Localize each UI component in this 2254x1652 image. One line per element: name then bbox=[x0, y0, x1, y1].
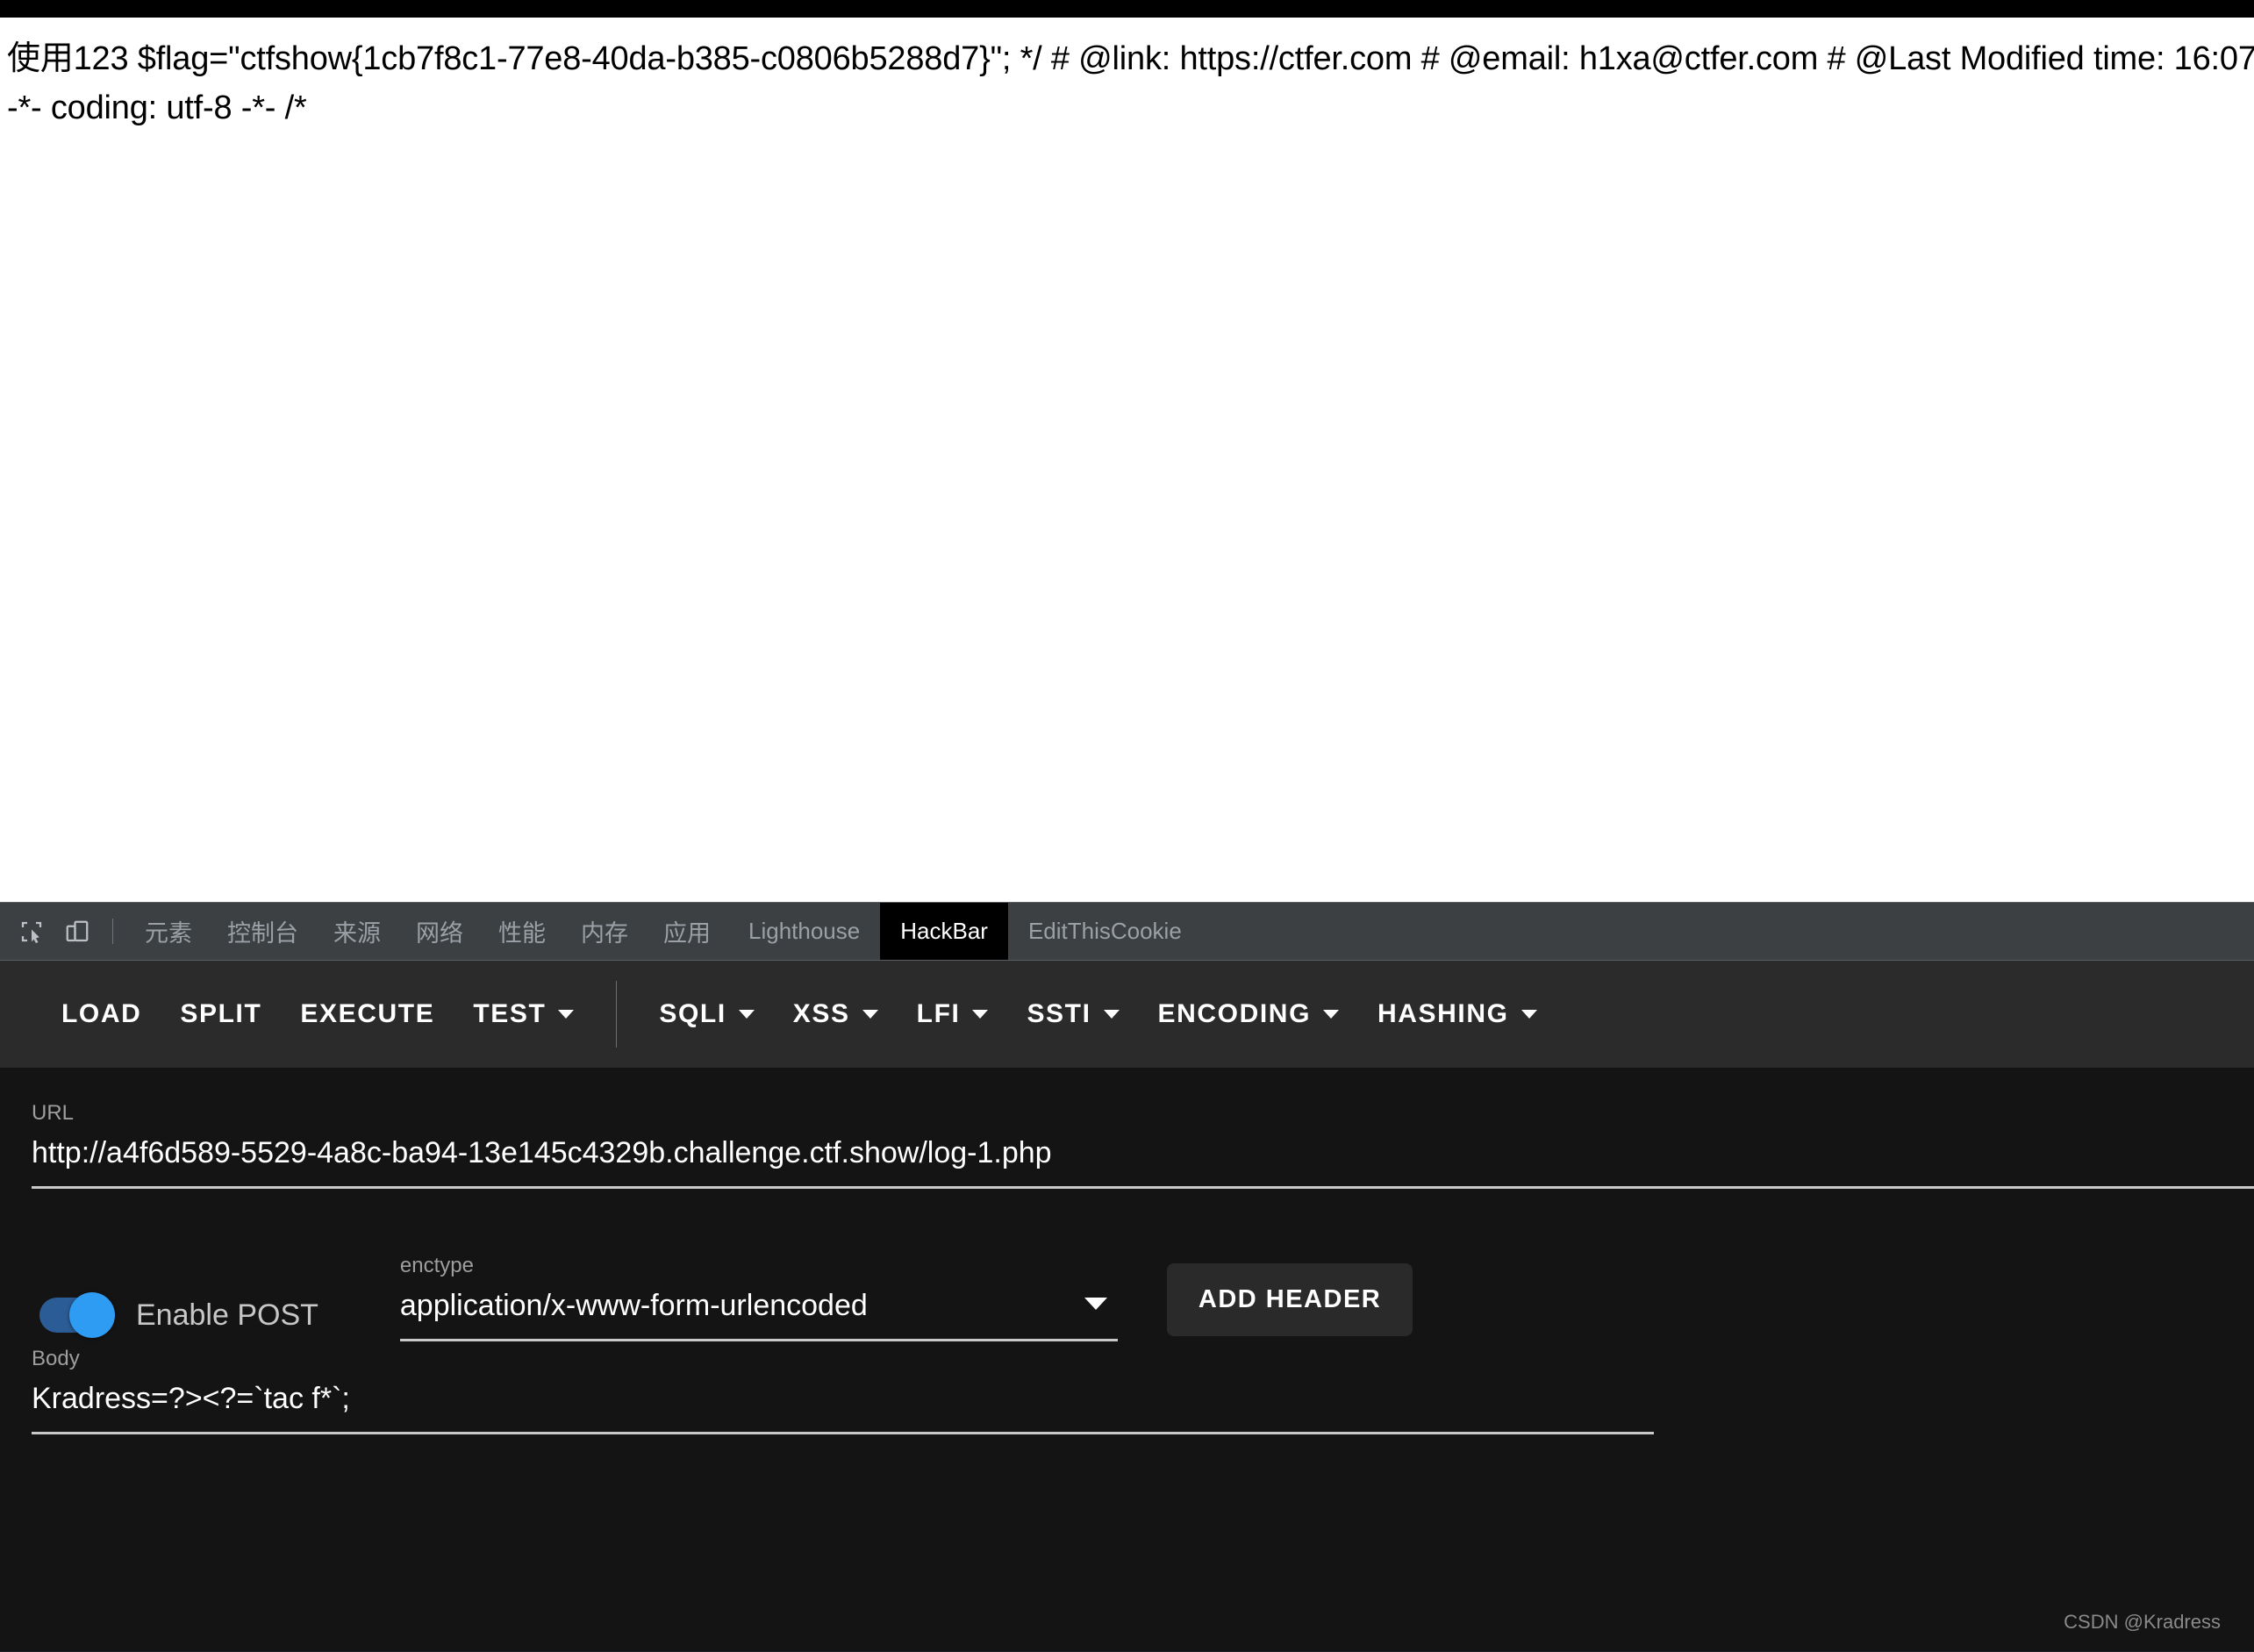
hackbar-toolbar-divider bbox=[616, 981, 618, 1048]
body-label: Body bbox=[32, 1347, 80, 1370]
body-input[interactable]: Kradress=?><?=`tac f*`; bbox=[32, 1382, 1654, 1416]
hackbar-encoding-button[interactable]: ENCODING bbox=[1139, 987, 1358, 1041]
hackbar-split-label: SPLIT bbox=[180, 999, 262, 1028]
hackbar-sqli-label: SQLI bbox=[659, 999, 726, 1028]
toolbar-divider bbox=[112, 919, 113, 944]
add-header-button[interactable]: ADD HEADER bbox=[1166, 1263, 1413, 1336]
devtools-tab--[interactable]: 网络 bbox=[398, 903, 481, 960]
enable-post-label: Enable POST bbox=[136, 1298, 318, 1332]
hackbar-execute-button[interactable]: EXECUTE bbox=[281, 987, 454, 1041]
enctype-select-value[interactable]: application/x-www-form-urlencoded bbox=[400, 1289, 1118, 1323]
devtools-tab--[interactable]: 元素 bbox=[127, 903, 210, 960]
devtools-panel: 元素 控制台 来源 网络 性能 内存 应用 Lighthouse HackBar EditThis… bbox=[0, 902, 2254, 1652]
hackbar-load-label: LOAD bbox=[61, 999, 142, 1028]
hackbar-lfi-button[interactable]: LFI bbox=[898, 987, 1008, 1041]
url-field[interactable]: URL http://a4f6d589-5529-4a8c-ba94-13e14… bbox=[32, 1101, 2254, 1189]
hackbar-test-label: TEST bbox=[473, 999, 547, 1028]
devtools-tab-lighthouse[interactable]: Lighthouse bbox=[728, 903, 880, 960]
chevron-down-icon[interactable] bbox=[1323, 1010, 1340, 1019]
watermark: CSDN @Kradress bbox=[2064, 1611, 2221, 1633]
devtools-tab--[interactable]: 控制台 bbox=[210, 903, 316, 960]
hackbar-encoding-label: ENCODING bbox=[1157, 999, 1312, 1028]
hackbar-hashing-button[interactable]: HASHING bbox=[1358, 987, 1556, 1041]
devtools-tab--[interactable]: 性能 bbox=[481, 903, 563, 960]
chevron-down-icon[interactable] bbox=[1103, 1010, 1120, 1019]
hackbar-split-button[interactable]: SPLIT bbox=[161, 987, 281, 1041]
chevron-down-icon[interactable] bbox=[1521, 1010, 1537, 1019]
hackbar-sqli-button[interactable]: SQLI bbox=[640, 987, 773, 1041]
devtools-tab-editthiscookie[interactable]: EditThisCookie bbox=[1008, 903, 1202, 960]
hackbar-hashing-label: HASHING bbox=[1377, 999, 1509, 1028]
hackbar-load-button[interactable]: LOAD bbox=[42, 987, 161, 1041]
hackbar-ssti-button[interactable]: SSTI bbox=[1007, 987, 1138, 1041]
devtools-tab-hackbar[interactable]: HackBar bbox=[880, 903, 1008, 960]
chevron-down-icon[interactable] bbox=[862, 1010, 878, 1019]
body-field[interactable]: Body Kradress=?><?=`tac f*`; bbox=[32, 1347, 1654, 1434]
body-underline bbox=[32, 1432, 1654, 1434]
devtools-tab-list: 元素 控制台 来源 网络 性能 内存 应用 Lighthouse HackBar EditThis… bbox=[127, 903, 1202, 960]
url-input[interactable]: http://a4f6d589-5529-4a8c-ba94-13e145c43… bbox=[32, 1136, 2254, 1170]
page-content-text: 使用123 $flag="ctfshow{1cb7f8c1-77e8-40da-… bbox=[7, 40, 2254, 126]
chevron-down-icon[interactable] bbox=[972, 1010, 989, 1019]
hackbar-ssti-label: SSTI bbox=[1027, 999, 1091, 1028]
toggle-switch-track[interactable] bbox=[39, 1292, 115, 1338]
hackbar-body: URL http://a4f6d589-5529-4a8c-ba94-13e14… bbox=[0, 1068, 2254, 1651]
chevron-down-icon[interactable] bbox=[558, 1010, 575, 1019]
hackbar-toolbar: LOAD SPLIT EXECUTE TEST SQLI XSS LFI SSTI ENCODI… bbox=[0, 961, 2254, 1068]
enctype-field[interactable]: enctype application/x-www-form-urlencode… bbox=[399, 1254, 1118, 1341]
url-label: URL bbox=[32, 1101, 75, 1125]
devtools-tab--[interactable]: 内存 bbox=[563, 903, 646, 960]
url-underline bbox=[32, 1186, 2254, 1189]
enable-post-toggle[interactable]: Enable POST bbox=[39, 1292, 318, 1338]
hackbar-test-button[interactable]: TEST bbox=[454, 987, 593, 1041]
page-viewport: 使用123 $flag="ctfshow{1cb7f8c1-77e8-40da-… bbox=[0, 18, 2254, 902]
enctype-underline bbox=[399, 1339, 1118, 1341]
device-toolbar-icon[interactable] bbox=[54, 903, 100, 960]
enctype-label: enctype bbox=[399, 1254, 474, 1277]
chevron-down-icon[interactable] bbox=[738, 1010, 755, 1019]
inspect-element-icon[interactable] bbox=[9, 903, 54, 960]
devtools-tab--[interactable]: 来源 bbox=[316, 903, 398, 960]
devtools-tabbar: 元素 控制台 来源 网络 性能 内存 应用 Lighthouse HackBar EditThis… bbox=[0, 903, 2254, 961]
hackbar-execute-label: EXECUTE bbox=[300, 999, 435, 1028]
hackbar-xss-button[interactable]: XSS bbox=[774, 987, 898, 1041]
hackbar-xss-label: XSS bbox=[792, 999, 850, 1028]
toggle-switch-knob[interactable] bbox=[69, 1292, 115, 1338]
devtools-tab--[interactable]: 应用 bbox=[646, 903, 728, 960]
chevron-down-icon[interactable] bbox=[1084, 1298, 1107, 1310]
browser-top-bar bbox=[0, 0, 2254, 18]
post-options-row: Enable POST enctype application/x-www-fo… bbox=[0, 1254, 2254, 1341]
hackbar-lfi-label: LFI bbox=[916, 999, 961, 1028]
